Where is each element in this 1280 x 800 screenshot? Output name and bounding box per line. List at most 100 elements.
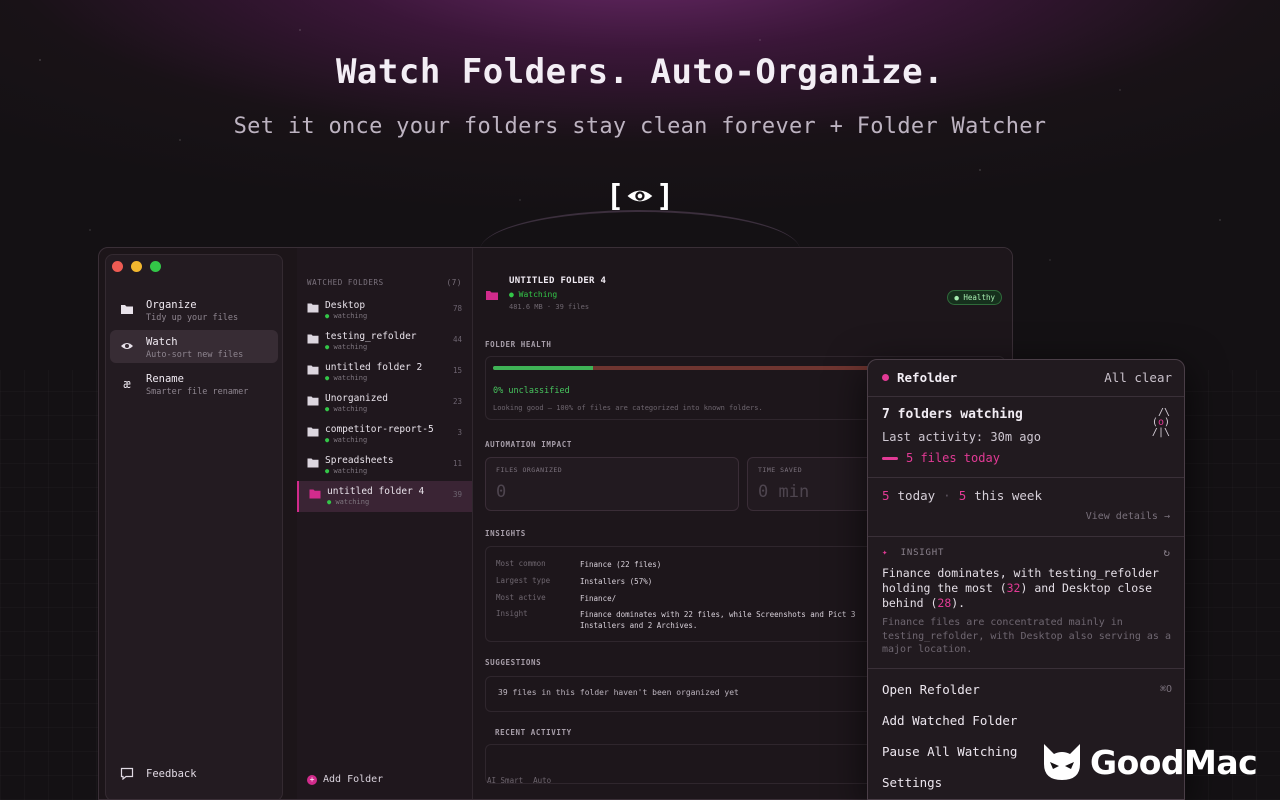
files-organized-value: 0 (496, 482, 507, 502)
folder-title: UNTITLED FOLDER 4 (509, 276, 607, 286)
menu-item-label: Settings (882, 775, 943, 790)
popover-title: Refolder (897, 370, 958, 385)
zoom-window-button[interactable] (150, 261, 161, 272)
folder-icon (120, 303, 134, 317)
folder-list-item[interactable]: Desktop ● watching 78 (297, 295, 472, 326)
insight-key: Insight (496, 609, 528, 618)
sidebar-item-rename[interactable]: æ Rename Smarter file renamer (110, 367, 278, 400)
folder-file-count: 44 (452, 335, 462, 344)
all-clear-status: All clear (1104, 370, 1172, 385)
insight-number: 32 (1006, 581, 1021, 595)
folder-status: ● watching (325, 467, 368, 475)
insight-number: 28 (937, 596, 952, 610)
folder-name: untitled folder 2 (325, 362, 423, 373)
divider (868, 396, 1184, 397)
sidebar-item-watch[interactable]: Watch Auto-sort new files (110, 330, 278, 363)
menu-item-add-watched-folder[interactable]: Add Watched Folder (868, 705, 1184, 736)
insight-value: Installers (57%) (580, 577, 653, 586)
folders-watching-count: 7 folders watching (882, 407, 1023, 422)
folder-icon (309, 489, 321, 499)
folder-list-item[interactable]: competitor-report-5 ● watching 3 (297, 419, 472, 450)
bracket-left: [ (606, 178, 625, 214)
folder-list-item[interactable]: Spreadsheets ● watching 11 (297, 450, 472, 481)
hero-title: Watch Folders. Auto-Organize. (335, 52, 945, 92)
menu-item-open-refolder[interactable]: Open Refolder ⌘O (868, 674, 1184, 705)
today-label: today (897, 488, 936, 503)
recent-activity-heading[interactable]: RECENT ACTIVITY (495, 728, 572, 737)
insight-row: Most active Finance/ (496, 593, 616, 604)
status-badge: ● Healthy (947, 290, 1002, 305)
folder-status: ● watching (325, 405, 368, 413)
folder-file-count: 78 (452, 304, 462, 313)
files-today: 5 files today (882, 451, 1000, 465)
insight-heading-label: INSIGHT (900, 548, 945, 558)
ai-smart-toggle[interactable]: AI Smart (487, 776, 523, 785)
files-organized-card: FILES ORGANIZED 0 (485, 457, 739, 511)
view-details-link[interactable]: View details → (1086, 511, 1170, 522)
sidebar-item-sublabel: Smarter file renamer (146, 387, 249, 397)
folder-icon (307, 458, 319, 468)
folder-file-count: 3 (457, 428, 462, 437)
health-bar-fill (493, 366, 593, 370)
folder-list-item[interactable]: testing_refolder ● watching 44 (297, 326, 472, 357)
menu-item-shortcut: ⌘O (1159, 684, 1172, 695)
folder-icon (307, 427, 319, 437)
watched-folders-header: WATCHED FOLDERS (7) (297, 248, 472, 295)
feedback-label: Feedback (146, 767, 197, 780)
insights-heading: INSIGHTS (485, 529, 526, 538)
folder-status-label: watching (333, 312, 368, 320)
insight-value: Finance (22 files) (580, 560, 662, 569)
divider (868, 536, 1184, 537)
insight-row: Most common Finance (22 files) (496, 559, 661, 570)
feedback-button[interactable]: Feedback (120, 767, 197, 780)
folder-status: ● watching (325, 436, 368, 444)
folder-status-label: watching (333, 374, 368, 382)
folder-icon (307, 365, 319, 375)
refresh-icon[interactable]: ↻ (1163, 546, 1170, 559)
time-saved-label: TIME SAVED (758, 466, 803, 474)
menu-bar-popover: Refolder All clear 7 folders watching La… (867, 359, 1185, 800)
hero-eye-logo: [ ] (606, 178, 674, 214)
folder-list-item[interactable]: Unorganized ● watching 23 (297, 388, 472, 419)
insight-key: Most common (496, 559, 546, 568)
goodmac-watermark: GoodMac (1040, 742, 1258, 782)
suggestions-heading: SUGGESTIONS (485, 658, 542, 667)
bracket-right: ] (655, 178, 674, 214)
folder-file-count: 39 (452, 490, 462, 499)
last-activity: Last activity: 30m ago (882, 430, 1041, 444)
menu-item-label: Pause All Watching (882, 744, 1018, 759)
folder-file-count: 11 (452, 459, 462, 468)
suggestion-text: 39 files in this folder haven't been org… (498, 688, 739, 697)
folder-list-item[interactable]: untitled folder 4 ● watching 39 (297, 481, 472, 512)
watched-folders-title: WATCHED FOLDERS (307, 278, 384, 287)
status-dot (882, 374, 889, 381)
folder-file-count: 23 (452, 397, 462, 406)
folder-meta: 481.6 MB · 39 files (509, 303, 590, 311)
ae-icon: æ (123, 377, 131, 391)
sidebar-item-organize[interactable]: Organize Tidy up your files (110, 293, 278, 326)
folder-name: Unorganized (325, 393, 388, 404)
insight-text: Finance dominates, with testing_refolder… (882, 566, 1174, 611)
separator: · (943, 488, 951, 503)
add-folder-button[interactable]: + Add Folder (307, 774, 383, 785)
insight-heading: ✦ INSIGHT (882, 548, 944, 558)
week-count: 5 (958, 488, 967, 503)
folder-status-label: watching (335, 498, 370, 506)
auto-toggle[interactable]: Auto (533, 776, 551, 785)
automation-impact-heading: AUTOMATION IMPACT (485, 440, 572, 449)
folder-icon (307, 396, 319, 406)
goodmac-logo-icon (1044, 744, 1080, 780)
watched-folders-count: (7) (446, 278, 462, 287)
folder-detail-header: UNTITLED FOLDER 4 ● Watching 481.6 MB · … (485, 276, 606, 311)
close-window-button[interactable] (112, 261, 123, 272)
folder-health-heading: FOLDER HEALTH (485, 340, 552, 349)
popover-brand: Refolder (882, 370, 957, 385)
folder-list-item[interactable]: untitled folder 2 ● watching 15 (297, 357, 472, 388)
minimize-window-button[interactable] (131, 261, 142, 272)
status-badge-label: Healthy (963, 293, 995, 302)
health-note: Looking good — 100% of files are categor… (493, 404, 763, 412)
eye-icon (627, 190, 653, 202)
week-label: this week (974, 488, 1042, 503)
plus-icon: + (307, 774, 317, 785)
sidebar-item-label: Organize (146, 299, 197, 311)
